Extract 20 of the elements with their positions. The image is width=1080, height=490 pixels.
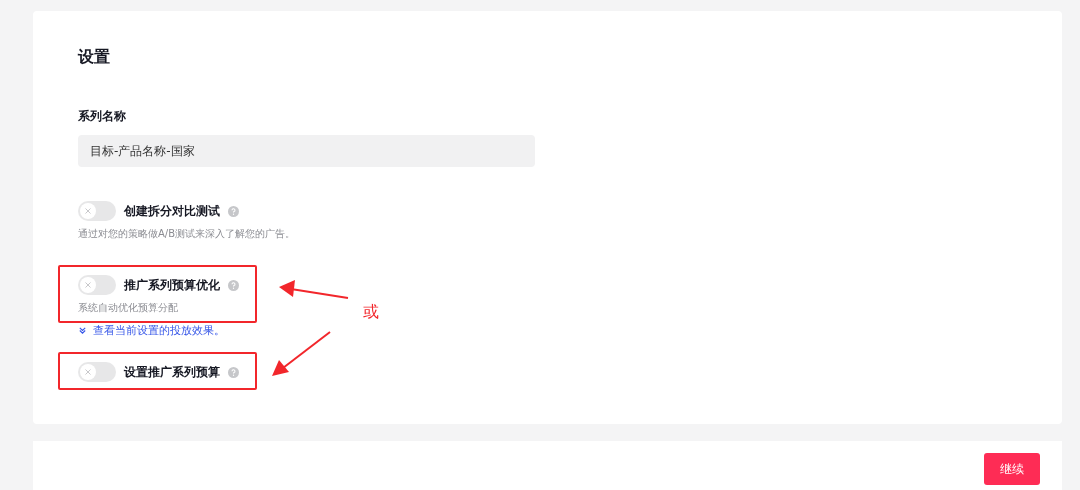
help-icon[interactable] — [228, 366, 239, 378]
section-title: 设置 — [78, 47, 111, 68]
campaign-name-field[interactable]: 目标-产品名称-国家 — [78, 135, 535, 167]
arrow — [279, 280, 349, 299]
arrow — [272, 331, 331, 376]
toggle-switch[interactable] — [78, 201, 116, 221]
toggle-description: 通过对您的策略做A/B测试来深入了解您的广告。 — [78, 227, 296, 241]
view-results-link[interactable]: 查看当前设置的投放效果。 — [93, 323, 225, 338]
toggle-label: 创建拆分对比测试 — [124, 202, 220, 220]
toggle-label: 推广系列预算优化 — [124, 276, 220, 294]
continue-button[interactable]: 继续 — [984, 453, 1040, 485]
chevron-down-icon[interactable] — [78, 326, 87, 335]
help-icon[interactable] — [228, 279, 239, 291]
annotation-label: 或 — [363, 302, 379, 323]
toggle-switch[interactable] — [78, 275, 116, 295]
field-label: 系列名称 — [78, 108, 127, 125]
toggle-description: 系统自动优化预算分配 — [78, 301, 179, 315]
toggle-label: 设置推广系列预算 — [124, 363, 220, 381]
toggle-switch[interactable] — [78, 362, 116, 382]
help-icon[interactable] — [228, 205, 239, 217]
